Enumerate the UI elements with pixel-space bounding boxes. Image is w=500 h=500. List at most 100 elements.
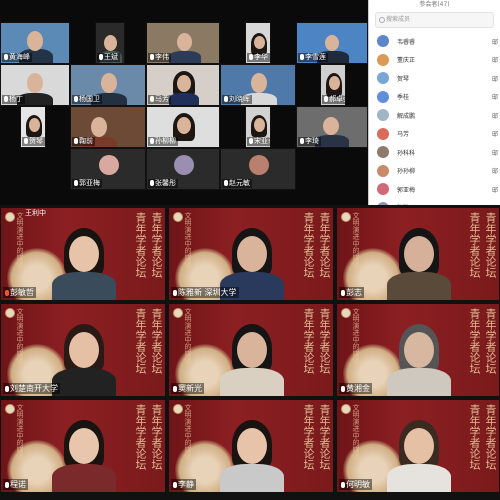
mic-icon (341, 482, 345, 488)
mic-icon (224, 96, 228, 102)
banner-vertical-title: 青年学者论坛 (302, 308, 315, 374)
participant-name: 孙柳柳 (148, 137, 178, 146)
banner-vertical-title: 青年学者论坛 (302, 404, 315, 470)
person-face (404, 428, 434, 464)
person-face (104, 35, 117, 51)
mic-icon (224, 180, 228, 186)
video-tile[interactable]: 郝卓强 (320, 64, 346, 106)
video-tile[interactable]: 张馨彤 (146, 148, 220, 190)
participant-name: 赵元敏 (222, 179, 252, 188)
video-tile[interactable]: 李雪莲 (296, 22, 368, 64)
person-face (69, 428, 99, 464)
participant-name: 窦新光 (171, 383, 204, 394)
participant-name: 黄湘金 (339, 383, 372, 394)
avatar (377, 53, 389, 66)
person-body (387, 464, 451, 492)
mic-icon (99, 54, 103, 60)
video-tile[interactable]: 文明演进中的媒体 青年学者论坛 青年学者论坛 黄湘金 (336, 303, 500, 397)
video-tile[interactable]: 文明演进中的媒体 青年学者论坛 青年学者论坛 李静 (168, 399, 334, 493)
conference-logo-icon (341, 212, 351, 222)
participant-status: 邸 (491, 149, 498, 157)
participant-name: 黄海峰 (2, 53, 32, 62)
participant-name: 马芳 (148, 95, 171, 104)
video-tile[interactable]: 文明演进中的媒体 青年学者论坛 青年学者论坛 刘楚南开大学 (0, 303, 166, 397)
mic-icon (150, 180, 154, 186)
video-tile[interactable]: 文明演进中的媒体 青年学者论坛 青年学者论坛 彭志 (336, 207, 500, 301)
avatar (99, 155, 119, 175)
video-tile[interactable]: 文明演进中的媒体 青年学者论坛 青年学者论坛 彭敏哲 (0, 207, 166, 301)
participant-name: 杨丁 (2, 95, 25, 104)
conference-logo-icon (5, 404, 15, 414)
mic-icon (150, 96, 154, 102)
banner-vertical-title: 青年学者论坛 (302, 212, 315, 278)
video-tile[interactable]: 李华 (245, 22, 271, 64)
participant-row[interactable]: 孙孙柳 邸 (369, 162, 500, 181)
video-tile[interactable]: 杨国卫 (70, 64, 146, 106)
video-tile[interactable]: 杨丁 (0, 64, 70, 106)
mic-icon (324, 96, 328, 102)
video-tile[interactable]: 刘晓晖 (220, 64, 296, 106)
participant-name: 陈雅新 深圳大学 (171, 287, 239, 298)
banner-vertical-title: 青年学者论坛 (134, 308, 147, 374)
mic-icon (4, 96, 8, 102)
video-tile[interactable]: 马芳 (146, 64, 220, 106)
participant-name: 何明敏 (339, 479, 372, 490)
banner-vertical-title: 青年学者论坛 (150, 212, 163, 278)
person-face (27, 73, 43, 93)
mic-icon (24, 138, 28, 144)
video-tile[interactable]: 文明演进中的媒体 青年学者论坛 青年学者论坛 何明敏 (336, 399, 500, 493)
participant-row[interactable]: 韦睿睿 邸 (369, 32, 500, 51)
video-tile[interactable]: 贺琴 (20, 106, 46, 148)
person-body (52, 368, 116, 396)
participant-name: 郝卓强 (322, 95, 345, 104)
person-face (177, 117, 191, 134)
participant-row[interactable]: 董庆正 邸 (369, 51, 500, 70)
video-tile[interactable]: 赵元敏 (220, 148, 296, 190)
participant-row[interactable]: 贺琴 邸 (369, 69, 500, 88)
avatar (377, 72, 389, 85)
avatar (377, 90, 389, 103)
participant-name: 李静 (171, 479, 196, 490)
avatar (377, 164, 389, 177)
participant-name: 杨国卫 (72, 95, 102, 104)
participant-name: 程诺 (3, 479, 28, 490)
video-tile[interactable]: 李伟 (146, 22, 220, 64)
participant-list-name: 韦睿睿 (397, 38, 416, 46)
person-body (52, 464, 116, 492)
participant-status: 邸 (491, 112, 498, 120)
participant-row[interactable]: 季桂 邸 (369, 88, 500, 107)
search-icon (379, 17, 385, 23)
video-tile[interactable]: 宋亚莉 (245, 106, 271, 148)
person-face (237, 236, 267, 272)
video-tile[interactable]: 鞠前 (70, 106, 146, 148)
participant-name: 鞠前 (72, 137, 95, 146)
conference-logo-icon (5, 212, 15, 222)
participant-name: 贺琴 (22, 137, 45, 146)
person-face (404, 236, 434, 272)
video-tile[interactable]: 文明演进中的媒体 青年学者论坛 青年学者论坛 陈雅新 深圳大学 (168, 207, 334, 301)
participant-row[interactable]: 解成鹏 邸 (369, 106, 500, 125)
member-search-input[interactable]: 搜索成员 (375, 12, 494, 28)
participant-row[interactable]: 郭亚梅 邸 (369, 180, 500, 199)
mic-icon (173, 482, 177, 488)
person-face (254, 118, 265, 132)
participant-row[interactable]: 孙科科 邸 (369, 143, 500, 162)
video-tile[interactable]: 李琦 (296, 106, 368, 148)
video-tile[interactable]: 郭亚梅 (70, 148, 146, 190)
video-tile[interactable]: 文明演进中的媒体 青年学者论坛 青年学者论坛 程诺 (0, 399, 166, 493)
video-tile[interactable]: 文明演进中的媒体 青年学者论坛 青年学者论坛 窦新光 (168, 303, 334, 397)
video-tile[interactable]: 王斌 (95, 22, 125, 64)
mic-icon (249, 54, 253, 60)
mic-icon (300, 138, 304, 144)
participant-status: 邸 (491, 186, 498, 194)
conference-logo-icon (173, 212, 183, 222)
person-face (404, 332, 434, 368)
participant-row[interactable]: 马芳 邸 (369, 125, 500, 144)
banner-vertical-title: 青年学者论坛 (468, 212, 481, 278)
mic-icon (5, 386, 9, 392)
participant-list-name: 孙科科 (397, 149, 416, 157)
video-tile[interactable]: 孙柳柳 (146, 106, 220, 148)
video-tile[interactable]: 黄海峰 (0, 22, 70, 64)
avatar (377, 109, 389, 122)
participant-name: 彭敏哲 (3, 287, 36, 298)
